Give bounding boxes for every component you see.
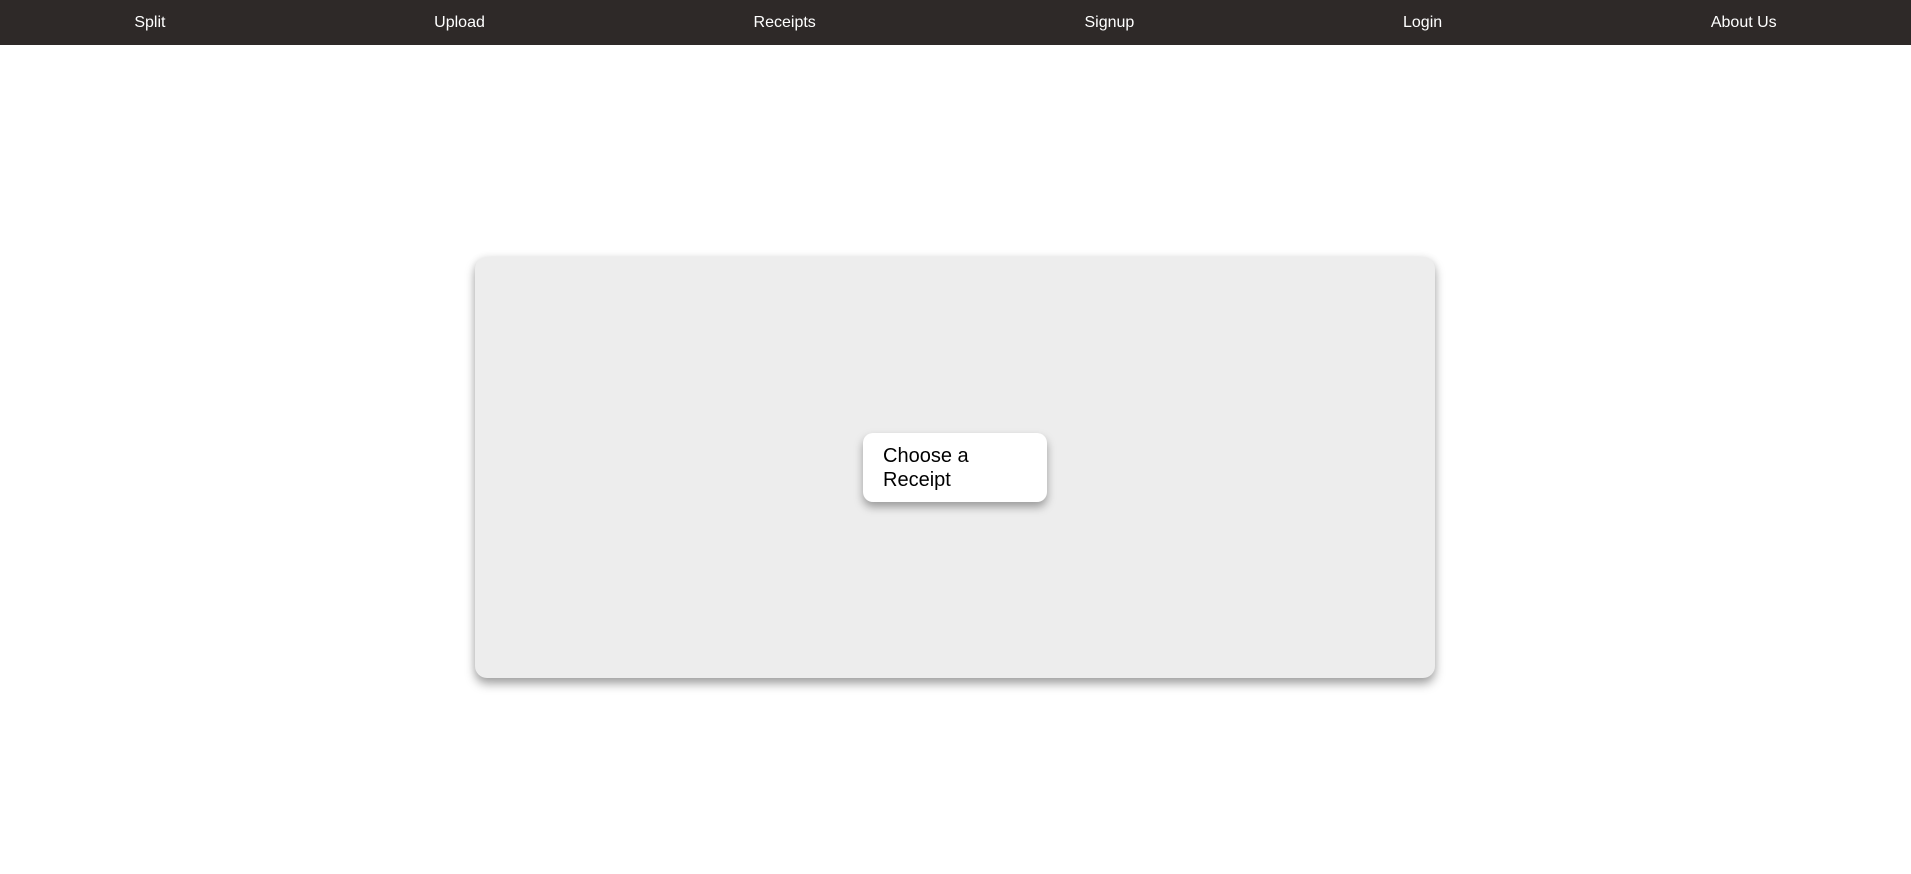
nav-link-signup[interactable]: Signup bbox=[1084, 14, 1134, 32]
choose-receipt-button[interactable]: Choose a Receipt bbox=[863, 433, 1047, 502]
nav-link-split[interactable]: Split bbox=[134, 14, 165, 32]
top-navbar: Split Upload Receipts Signup Login About… bbox=[0, 0, 1911, 45]
nav-link-login[interactable]: Login bbox=[1403, 14, 1442, 32]
receipt-upload-panel: Choose a Receipt bbox=[475, 257, 1435, 678]
nav-link-receipts[interactable]: Receipts bbox=[754, 14, 816, 32]
nav-link-about-us[interactable]: About Us bbox=[1711, 14, 1777, 32]
nav-link-upload[interactable]: Upload bbox=[434, 14, 485, 32]
